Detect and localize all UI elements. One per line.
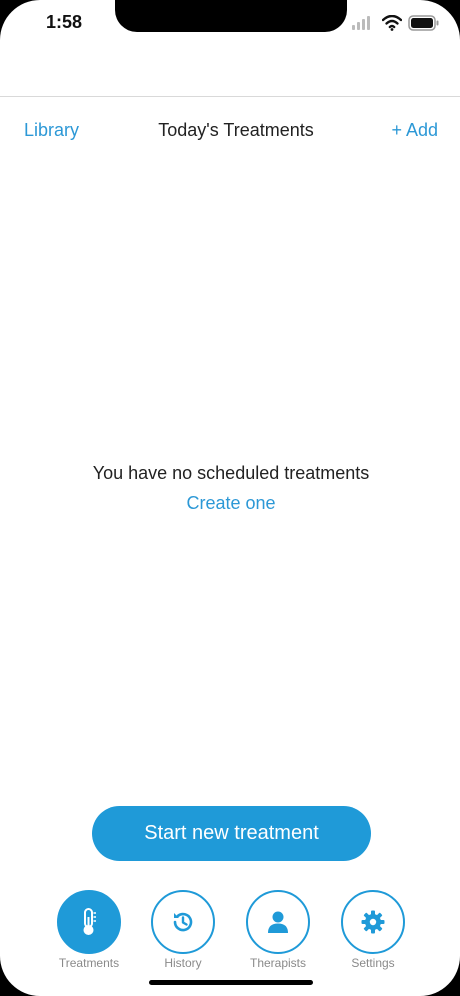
tab-treatments[interactable]: Treatments bbox=[39, 890, 139, 970]
tab-treatments-circle[interactable] bbox=[57, 890, 121, 954]
tab-settings[interactable]: Settings bbox=[323, 890, 423, 970]
tab-therapists[interactable]: Therapists bbox=[228, 890, 328, 970]
status-time: 1:58 bbox=[46, 12, 83, 32]
header-divider bbox=[0, 96, 460, 97]
tab-therapists-circle[interactable] bbox=[246, 890, 310, 954]
tab-settings-circle[interactable] bbox=[341, 890, 405, 954]
empty-state-link-row: Create one bbox=[0, 493, 460, 514]
tab-therapists-label: Therapists bbox=[249, 956, 307, 970]
status-icons bbox=[352, 12, 442, 34]
start-new-treatment-button[interactable]: Start new treatment bbox=[92, 806, 371, 861]
person-icon bbox=[268, 911, 288, 933]
cellular-signal-icon bbox=[352, 16, 370, 30]
app-screen: 1:58 Library Today's Treatments + Add Yo… bbox=[0, 0, 460, 996]
wifi-icon bbox=[382, 15, 402, 31]
gear-icon bbox=[361, 910, 385, 934]
tab-settings-label: Settings bbox=[351, 956, 395, 970]
create-one-link[interactable]: Create one bbox=[186, 493, 275, 513]
add-button[interactable]: + Add bbox=[391, 120, 438, 141]
tab-history-circle[interactable] bbox=[151, 890, 215, 954]
tab-treatments-label: Treatments bbox=[58, 956, 120, 970]
thermometer-icon bbox=[83, 908, 96, 935]
history-icon bbox=[173, 912, 193, 932]
home-indicator bbox=[149, 980, 313, 985]
device-notch bbox=[115, 0, 347, 32]
empty-state-message: You have no scheduled treatments bbox=[92, 463, 370, 483]
tab-history[interactable]: History bbox=[133, 890, 233, 970]
tab-history-label: History bbox=[164, 956, 202, 970]
battery-icon bbox=[408, 15, 439, 31]
